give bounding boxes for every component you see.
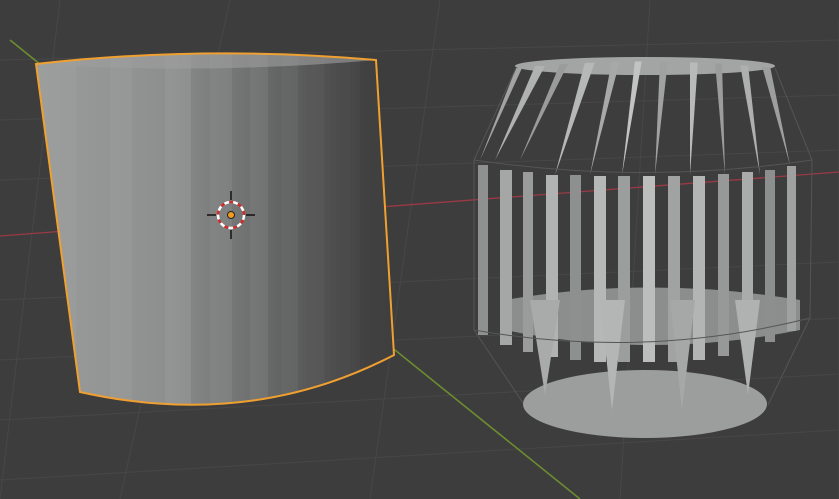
barrel-bottom-cap (523, 370, 767, 438)
viewport-canvas[interactable] (0, 0, 839, 499)
barrel-top-cap (515, 57, 775, 75)
selected-cylinder[interactable] (34, 40, 400, 440)
object-origin-dot (227, 211, 235, 219)
barrel-strips (478, 61, 796, 410)
3d-viewport[interactable] (0, 0, 839, 499)
